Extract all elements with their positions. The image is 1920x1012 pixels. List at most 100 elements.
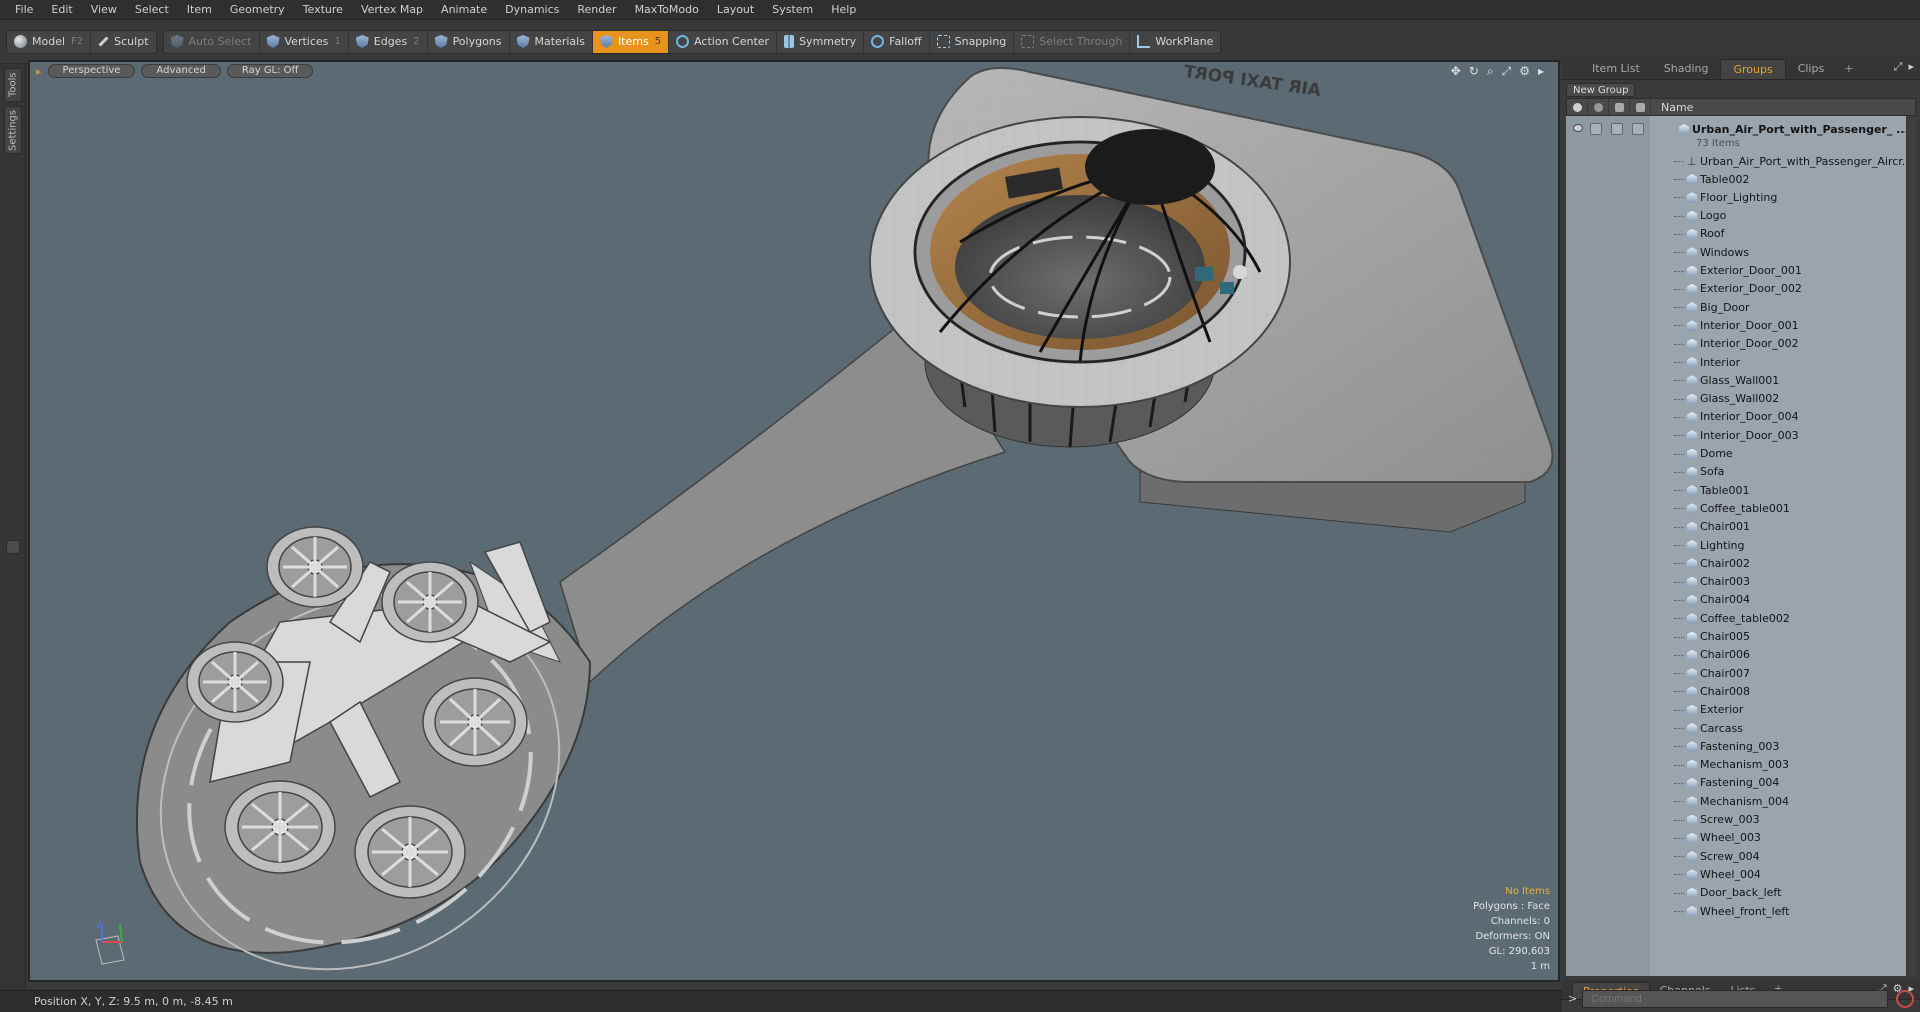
name-column-header[interactable]: Name [1651, 101, 1693, 114]
tree-item[interactable]: Roof [1566, 225, 1906, 243]
tree-item[interactable]: Windows [1566, 243, 1906, 261]
command-input[interactable] [1582, 990, 1888, 1008]
new-group-button[interactable]: New Group [1566, 83, 1636, 97]
tree-item[interactable]: Lighting [1566, 536, 1906, 554]
tree-item[interactable]: Coffee_table002 [1566, 609, 1906, 627]
settings-tab[interactable]: Settings [4, 106, 22, 154]
tree-item[interactable]: Glass_Wall002 [1566, 390, 1906, 408]
auto-select-button[interactable]: Auto Select [164, 30, 260, 53]
polygons-button[interactable]: Polygons [428, 30, 510, 53]
tree-item[interactable]: Exterior_Door_001 [1566, 262, 1906, 280]
items-button[interactable]: Items 5 [592, 30, 670, 53]
tree-item[interactable]: Wheel_front_left [1566, 902, 1906, 920]
tree-item[interactable]: Chair004 [1566, 591, 1906, 609]
tree-item[interactable]: Chair001 [1566, 518, 1906, 536]
select-column-icon[interactable] [1630, 99, 1651, 115]
menu-select[interactable]: Select [126, 0, 178, 20]
menu-geometry[interactable]: Geometry [221, 0, 294, 20]
tree-item[interactable]: Wheel_003 [1566, 829, 1906, 847]
maximize-icon[interactable]: ⤢ [1502, 64, 1512, 79]
tree-item[interactable]: Interior_Door_001 [1566, 316, 1906, 334]
tree-scrollbar[interactable] [1908, 116, 1916, 976]
tools-tab[interactable]: Tools [4, 68, 22, 102]
command-record-icon[interactable] [1896, 990, 1914, 1008]
tree-item[interactable]: Chair006 [1566, 646, 1906, 664]
tree-item[interactable]: Chair008 [1566, 682, 1906, 700]
menu-vertex-map[interactable]: Vertex Map [352, 0, 432, 20]
tree-item[interactable]: Table002 [1566, 170, 1906, 188]
strip-toggle[interactable] [6, 540, 20, 554]
tree-item[interactable]: Fastening_003 [1566, 737, 1906, 755]
gear-icon[interactable]: ⚙ [1519, 64, 1530, 79]
zoom-icon[interactable]: ⌕ [1487, 64, 1494, 79]
menu-dynamics[interactable]: Dynamics [496, 0, 568, 20]
tree-item[interactable]: Mechanism_003 [1566, 756, 1906, 774]
workplane-button[interactable]: WorkPlane [1130, 31, 1220, 53]
menu-maxtomodo[interactable]: MaxToModo [626, 0, 708, 20]
tree-item[interactable]: Chair003 [1566, 573, 1906, 591]
tree-item[interactable]: Chair002 [1566, 554, 1906, 572]
tree-item[interactable]: ⊥ Urban_Air_Port_with_Passenger_Aircr... [1566, 152, 1906, 170]
tree-item[interactable]: Glass_Wall001 [1566, 371, 1906, 389]
3d-viewport[interactable]: AIR TAXI PORT ▸ Perspective Advanced Ray… [28, 60, 1560, 982]
tree-item[interactable]: Interior_Door_003 [1566, 426, 1906, 444]
view-type-button[interactable]: Perspective [47, 64, 136, 78]
tree-item[interactable]: Screw_004 [1566, 847, 1906, 865]
shading-style-button[interactable]: Advanced [141, 64, 221, 78]
add-tab-icon[interactable]: + [1836, 59, 1861, 79]
tree-item[interactable]: Exterior [1566, 701, 1906, 719]
tree-item[interactable]: Exterior_Door_002 [1566, 280, 1906, 298]
model-mode-button[interactable]: Model F2 [7, 30, 92, 53]
materials-button[interactable]: Materials [510, 30, 593, 53]
tree-item[interactable]: Chair005 [1566, 628, 1906, 646]
menu-layout[interactable]: Layout [708, 0, 763, 20]
select-through-button[interactable]: Select Through [1014, 30, 1131, 53]
tree-item[interactable]: Interior_Door_004 [1566, 408, 1906, 426]
tree-item[interactable]: Chair007 [1566, 664, 1906, 682]
menu-file[interactable]: File [6, 0, 42, 20]
render-column-icon[interactable] [1588, 99, 1609, 115]
menu-help[interactable]: Help [822, 0, 865, 20]
menu-texture[interactable]: Texture [294, 0, 352, 20]
lock-column-icon[interactable] [1609, 99, 1630, 115]
tree-item[interactable]: Wheel_004 [1566, 865, 1906, 883]
falloff-button[interactable]: Falloff [864, 30, 930, 53]
sculpt-mode-button[interactable]: Sculpt [91, 31, 155, 53]
tree-item[interactable]: Interior [1566, 353, 1906, 371]
expand-arrow-icon[interactable]: ▸ [1538, 64, 1544, 79]
raygl-button[interactable]: Ray GL: Off [226, 64, 314, 78]
eye-icon[interactable] [1573, 124, 1583, 132]
tree-item[interactable]: Door_back_left [1566, 884, 1906, 902]
menu-view[interactable]: View [82, 0, 126, 20]
menu-animate[interactable]: Animate [432, 0, 496, 20]
maximize-panel-icon[interactable]: ⤢ [1894, 60, 1903, 74]
tree-item[interactable]: Big_Door [1566, 298, 1906, 316]
tree-item[interactable]: Screw_003 [1566, 811, 1906, 829]
rotate-icon[interactable]: ↻ [1469, 64, 1479, 79]
vertices-button[interactable]: Vertices 1 [260, 30, 349, 53]
panel-arrow-icon[interactable]: ▸ [1908, 60, 1914, 74]
menu-edit[interactable]: Edit [42, 0, 81, 20]
tree-item[interactable]: Sofa [1566, 463, 1906, 481]
pan-icon[interactable]: ✥ [1451, 64, 1461, 79]
menu-item[interactable]: Item [178, 0, 221, 20]
tab-item-list[interactable]: Item List [1580, 59, 1652, 79]
snapping-button[interactable]: Snapping [930, 30, 1015, 53]
tree-item[interactable]: Table001 [1566, 481, 1906, 499]
scene-render[interactable]: AIR TAXI PORT [30, 62, 1560, 982]
tree-item[interactable]: Coffee_table001 [1566, 499, 1906, 517]
tree-item[interactable]: Dome [1566, 445, 1906, 463]
viewport-menu-icon[interactable]: ▸ [36, 65, 42, 78]
visibility-column-icon[interactable] [1567, 99, 1588, 115]
tree-item[interactable]: Fastening_004 [1566, 774, 1906, 792]
tab-clips[interactable]: Clips [1786, 59, 1837, 79]
tree-item[interactable]: Logo [1566, 207, 1906, 225]
symmetry-button[interactable]: Symmetry [777, 30, 865, 53]
tab-shading[interactable]: Shading [1652, 59, 1721, 79]
edges-button[interactable]: Edges 2 [349, 30, 428, 53]
action-center-button[interactable]: Action Center [669, 30, 778, 53]
tab-groups[interactable]: Groups [1720, 59, 1786, 79]
menu-system[interactable]: System [763, 0, 822, 20]
tree-item[interactable]: Mechanism_004 [1566, 792, 1906, 810]
tree-item[interactable]: Carcass [1566, 719, 1906, 737]
